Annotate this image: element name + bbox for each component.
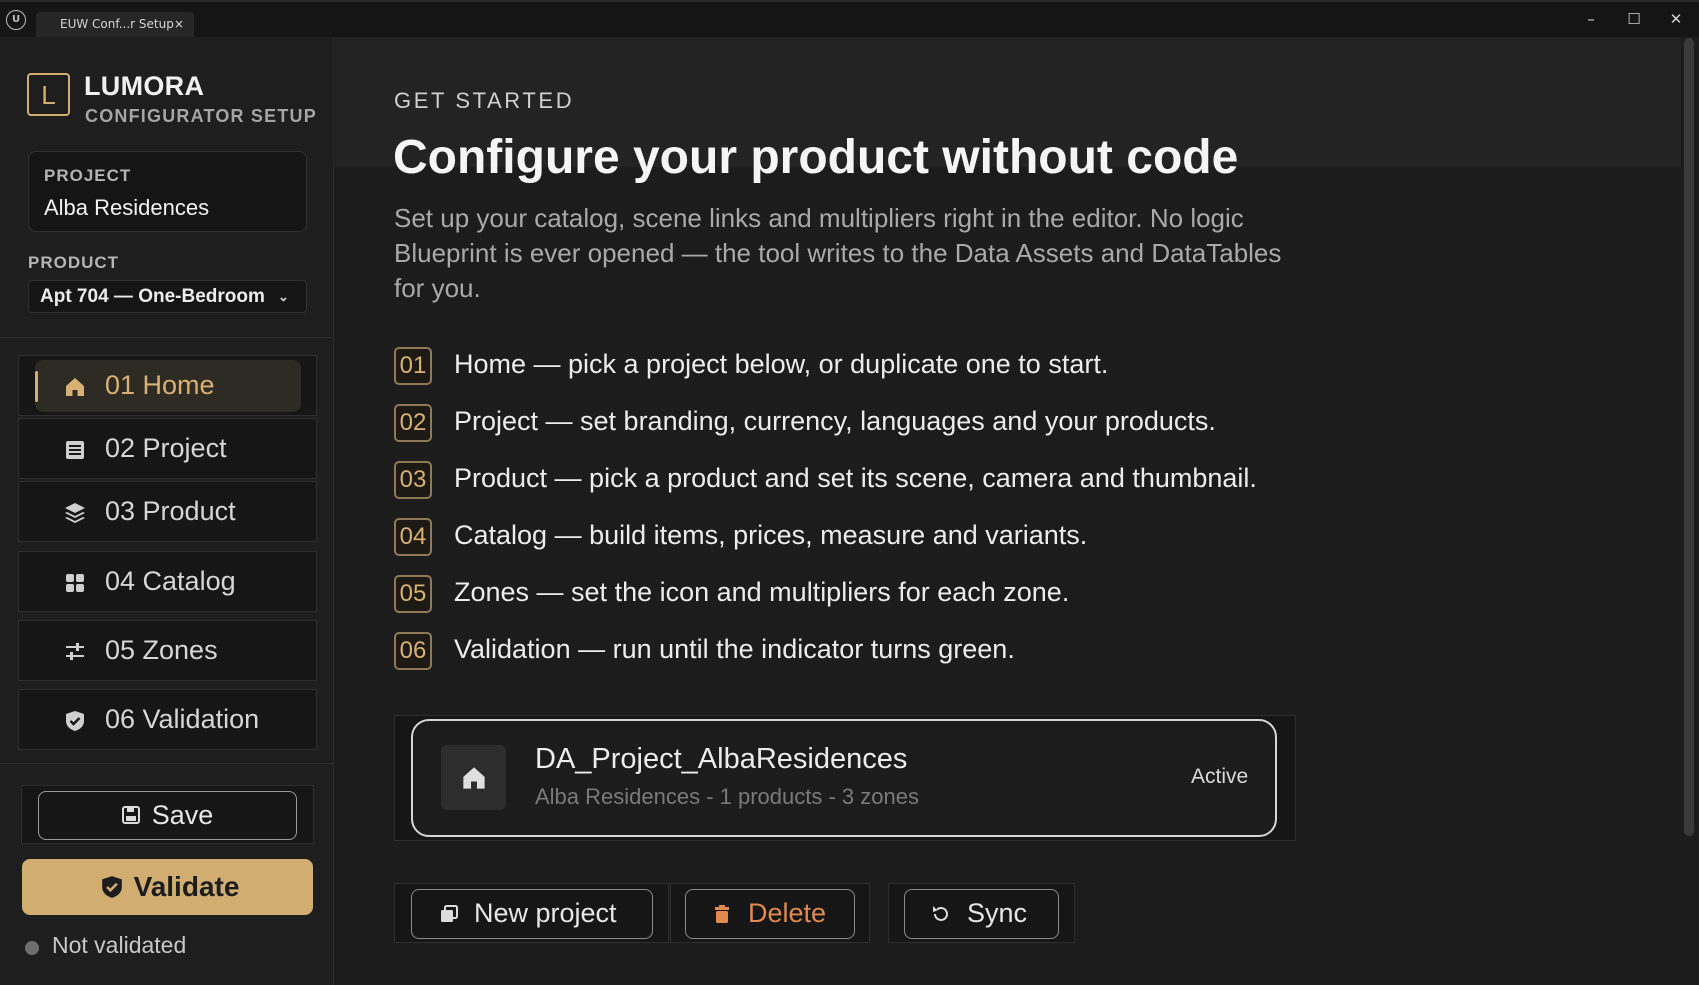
delete-button[interactable]: Delete (685, 889, 855, 939)
step-text: Validation — run until the indicator tur… (454, 634, 1015, 664)
project-card: PROJECT Alba Residences (28, 151, 307, 232)
section-eyebrow: GET STARTED (394, 88, 575, 113)
scrollbar[interactable] (1684, 38, 1694, 836)
validation-status-text: Not validated (52, 932, 187, 958)
step-number: 02 (394, 404, 432, 442)
project-list-item[interactable]: DA_Project_AlbaResidences Alba Residence… (411, 719, 1277, 837)
nav-item-home[interactable]: 01 Home (18, 355, 317, 416)
close-window-button[interactable]: ✕ (1661, 7, 1691, 31)
sidebar: L LUMORA CONFIGURATOR SETUP PROJECT Alba… (0, 37, 334, 985)
product-select-value: Apt 704 — One-Bedroom (40, 286, 265, 307)
tab-close-icon[interactable]: × (174, 12, 184, 37)
product-label: PRODUCT (28, 253, 120, 272)
save-button[interactable]: Save (38, 791, 297, 840)
document-tab-title: EUW Conf...r Setup (60, 17, 174, 31)
sync-container: Sync (888, 883, 1075, 943)
sidebar-divider (0, 337, 334, 338)
step-number: 01 (394, 347, 432, 385)
brand-subtitle: CONFIGURATOR SETUP (85, 106, 317, 126)
sidebar-divider (0, 763, 334, 764)
nav-item-product[interactable]: 03 Product (18, 481, 317, 542)
project-list: DA_Project_AlbaResidences Alba Residence… (394, 715, 1296, 841)
brand-logo: L (27, 73, 70, 116)
nav-label-catalog: 04 Catalog (105, 566, 236, 596)
nav-item-zones[interactable]: 05 Zones (18, 620, 317, 681)
nav-label-project: 02 Project (105, 433, 227, 463)
new-project-button[interactable]: New project (411, 889, 653, 939)
step-number: 06 (394, 632, 432, 670)
step-number: 04 (394, 518, 432, 556)
save-button-container: Save (21, 785, 314, 844)
nav-label-validation: 06 Validation (105, 704, 260, 734)
trash-icon (715, 905, 729, 923)
step-number: 03 (394, 461, 432, 499)
page-title: Configure your product without code (393, 131, 1239, 184)
shield-check-icon (66, 711, 84, 731)
step-text: Zones — set the icon and multipliers for… (454, 577, 1070, 607)
project-name: Alba Residences (44, 195, 210, 220)
step-text: Catalog — build items, prices, measure a… (454, 520, 1088, 550)
step-text: Home — pick a project below, or duplicat… (454, 349, 1109, 379)
project-asset-name: DA_Project_AlbaResidences (535, 743, 908, 775)
project-meta: Alba Residences - 1 products - 3 zones (535, 784, 919, 809)
validate-button[interactable]: Validate (22, 859, 313, 915)
nav-label-product: 03 Product (105, 496, 236, 526)
home-icon (463, 767, 485, 789)
nav-item-validation[interactable]: 06 Validation (18, 689, 317, 750)
intro-text: Set up your catalog, scene links and mul… (394, 203, 1282, 303)
status-dot-icon (25, 941, 39, 955)
brand-name: LUMORA (84, 71, 205, 101)
minimize-button[interactable]: – (1576, 7, 1606, 31)
delete-container: Delete (670, 883, 870, 943)
new-project-label: New project (474, 898, 617, 928)
sync-label: Sync (967, 898, 1028, 928)
unreal-logo-icon: U (6, 10, 26, 30)
nav-item-project[interactable]: 02 Project (18, 418, 317, 479)
step-text: Project — set branding, currency, langua… (454, 406, 1216, 436)
layers-icon (65, 503, 85, 523)
nav-item-catalog[interactable]: 04 Catalog (18, 551, 317, 612)
grid-icon (66, 574, 84, 592)
chevron-down-icon: ⌄ (278, 289, 289, 304)
floppy-disk-icon (122, 806, 140, 824)
list-icon (66, 441, 84, 459)
nav-label-zones: 05 Zones (105, 635, 218, 665)
delete-label: Delete (748, 898, 827, 928)
nav-label-home: 01 Home (105, 370, 215, 400)
sync-button[interactable]: Sync (904, 889, 1059, 939)
product-select[interactable]: Apt 704 — One-Bedroom ⌄ (28, 280, 307, 313)
refresh-icon (933, 906, 948, 921)
home-icon (66, 378, 84, 396)
title-bar: U EUW Conf...r Setup × – ☐ ✕ (0, 0, 1699, 37)
shield-check-icon (102, 876, 122, 898)
project-thumbnail (441, 745, 506, 810)
maximize-button[interactable]: ☐ (1619, 7, 1649, 31)
new-project-container: New project (394, 883, 669, 943)
step-number: 05 (394, 575, 432, 613)
sliders-icon (66, 643, 84, 660)
duplicate-icon (441, 905, 458, 922)
step-text: Product — pick a product and set its sce… (454, 463, 1257, 493)
document-tab[interactable]: EUW Conf...r Setup × (36, 12, 194, 37)
project-label: PROJECT (44, 166, 132, 185)
status-badge: Active (1191, 765, 1249, 788)
